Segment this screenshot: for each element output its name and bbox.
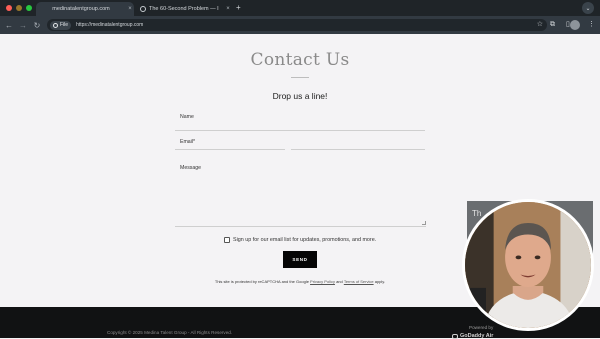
presenter-webcam bbox=[462, 199, 594, 331]
page-title: Contact Us bbox=[250, 50, 350, 70]
tab-title: medinatalentgroup.com bbox=[52, 6, 110, 12]
email-field-secondary[interactable] bbox=[291, 149, 425, 150]
kebab-menu-icon[interactable]: ⋮ bbox=[588, 20, 595, 30]
page-subtitle: Drop us a line! bbox=[272, 91, 328, 101]
back-arrow-icon[interactable]: ← bbox=[3, 19, 15, 31]
puzzle-icon[interactable]: ⧉ bbox=[550, 20, 555, 30]
provider-name: GoDaddy Air bbox=[460, 333, 494, 339]
close-window-button[interactable] bbox=[6, 5, 12, 11]
email-field-label: Email* bbox=[180, 139, 195, 145]
tab-title: The 60-Second Problem — I bbox=[149, 6, 219, 12]
tab-medinatalentgroup[interactable]: medinatalentgroup.com × bbox=[36, 2, 134, 16]
name-field[interactable] bbox=[175, 130, 425, 131]
title-divider bbox=[291, 77, 309, 78]
reload-icon[interactable]: ↻ bbox=[31, 19, 43, 31]
recaptcha-and: and bbox=[336, 279, 343, 284]
message-textarea[interactable] bbox=[175, 160, 426, 227]
recaptcha-prefix: This site is protected by reCAPTCHA and … bbox=[214, 279, 309, 284]
star-icon[interactable]: ☆ bbox=[537, 19, 543, 31]
info-icon bbox=[53, 22, 58, 28]
resize-handle-icon[interactable] bbox=[422, 221, 426, 225]
tab-60-second-problem[interactable]: The 60-Second Problem — I × bbox=[136, 2, 232, 16]
privacy-policy-link[interactable]: Privacy Policy bbox=[310, 279, 335, 284]
email-field[interactable] bbox=[175, 149, 285, 150]
new-tab-button[interactable]: + bbox=[236, 3, 241, 13]
close-icon[interactable]: × bbox=[126, 6, 134, 12]
address-bar[interactable]: File https://medinatalentgroup.com ☆ bbox=[47, 19, 547, 31]
url-text: https://medinatalentgroup.com bbox=[76, 22, 144, 28]
site-info-chip[interactable]: File bbox=[50, 20, 72, 30]
site-chip-label: File bbox=[60, 22, 69, 28]
recaptcha-suffix: apply. bbox=[374, 279, 386, 284]
send-button[interactable]: SEND bbox=[283, 251, 317, 268]
tab-search-button[interactable]: ⌄ bbox=[582, 2, 594, 14]
message-field-label: Message bbox=[180, 165, 202, 171]
tab-strip: medinatalentgroup.com × The 60-Second Pr… bbox=[0, 0, 600, 16]
maximize-window-button[interactable] bbox=[26, 5, 32, 11]
name-field-label: Name bbox=[180, 114, 194, 120]
profile-avatar[interactable] bbox=[570, 20, 580, 30]
terms-of-service-link[interactable]: Terms of Service bbox=[344, 279, 374, 284]
forward-arrow-icon[interactable]: → bbox=[17, 19, 29, 31]
browser-toolbar: ← → ↻ File https://medinatalentgroup.com… bbox=[0, 16, 600, 34]
webcam-person-image bbox=[465, 202, 591, 328]
video-card-title: Th bbox=[472, 209, 482, 218]
close-icon[interactable]: × bbox=[224, 6, 232, 12]
godaddy-link[interactable]: GoDaddy Air bbox=[452, 333, 493, 339]
newsletter-label[interactable]: Sign up for our email list for updates, … bbox=[233, 237, 376, 243]
newsletter-checkbox[interactable] bbox=[224, 237, 230, 243]
powered-by-text: Powered by bbox=[469, 325, 494, 330]
minimize-window-button[interactable] bbox=[16, 5, 22, 11]
copyright-text: Copyright © 2025 Medina Talent Group - A… bbox=[107, 330, 233, 335]
